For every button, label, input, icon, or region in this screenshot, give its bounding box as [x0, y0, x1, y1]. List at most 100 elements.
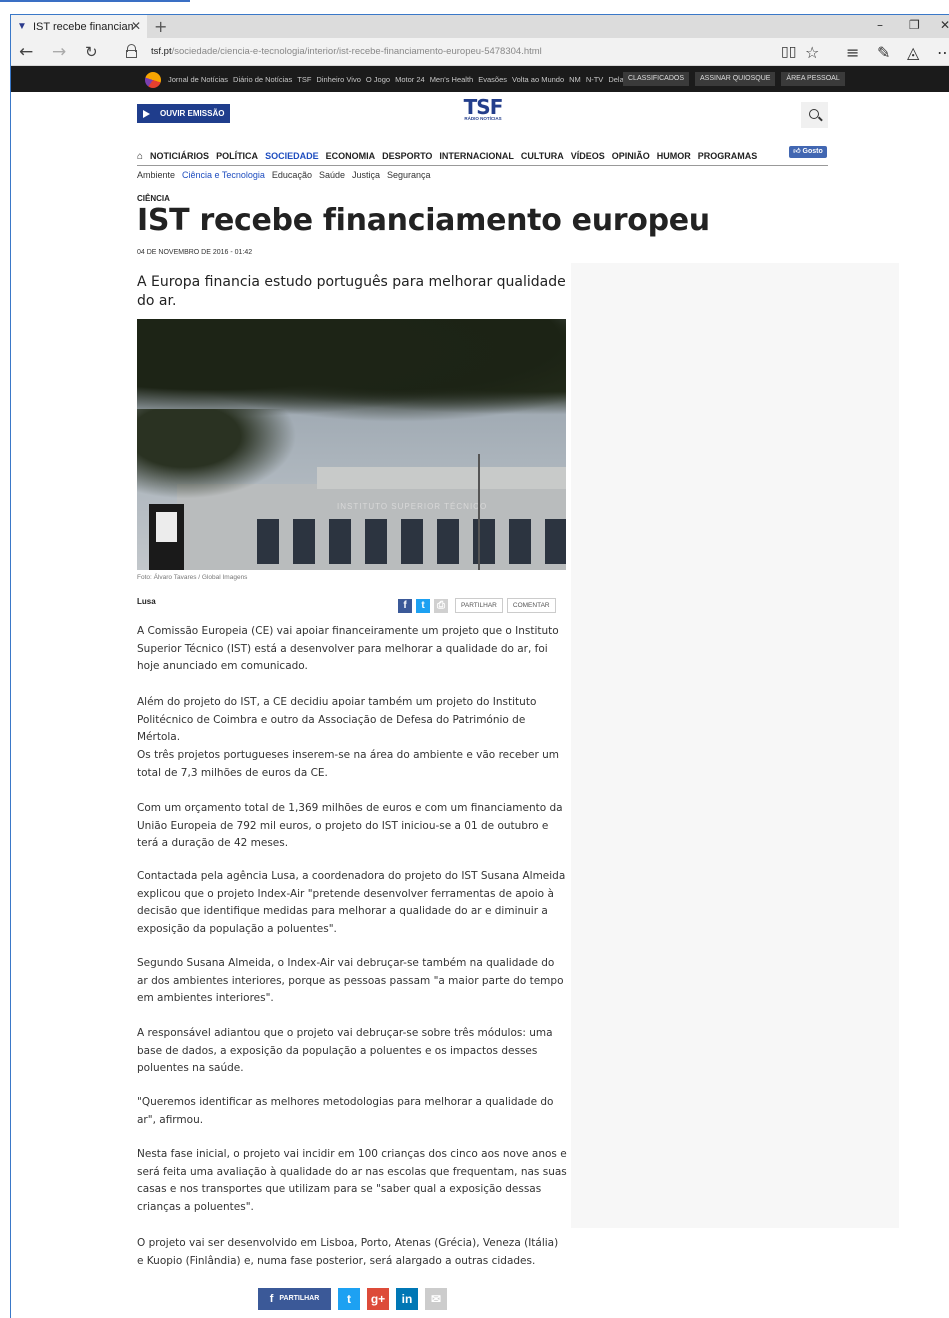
facebook-icon: f	[269, 1293, 274, 1305]
main-nav: ⌂ NOTICIÁRIOS POLÍTICA SOCIEDADE ECONOMI…	[137, 147, 828, 165]
back-arrow-icon[interactable]: ←	[19, 42, 33, 62]
network-link[interactable]: Jornal de Notícias	[168, 75, 228, 84]
close-window-button[interactable]: ✕	[940, 18, 949, 32]
home-icon[interactable]: ⌂	[137, 151, 143, 162]
network-link[interactable]: NM	[569, 75, 581, 84]
network-link[interactable]: Dinheiro Vivo	[316, 75, 360, 84]
ouvir-label: OUVIR EMISSÃO	[160, 109, 225, 118]
nav-divider	[137, 165, 828, 166]
maximize-button[interactable]: ❐	[909, 18, 920, 32]
bottom-share-bar: f PARTILHAR t g+ in ✉	[258, 1288, 447, 1310]
subnav-item-seguranca[interactable]: Segurança	[387, 170, 431, 180]
logo-subtitle: RÁDIO NOTÍCIAS	[464, 116, 502, 121]
favorite-star-icon[interactable]: ☆	[805, 43, 819, 62]
subnav-item-ciencia[interactable]: Ciência e Tecnologia	[182, 170, 265, 180]
subnav-item-ambiente[interactable]: Ambiente	[137, 170, 175, 180]
tab-title: IST recebe financiament	[33, 20, 133, 33]
article-paragraph: "Queremos identificar as melhores metodo…	[137, 1096, 554, 1126]
article-title: IST recebe financiamento europeu	[137, 203, 710, 238]
global-media-logo-icon[interactable]	[145, 72, 161, 88]
like-label: Gosto	[802, 148, 823, 155]
subnav-item-educacao[interactable]: Educação	[272, 170, 312, 180]
url-path: /sociedade/ciencia-e-tecnologia/interior…	[171, 46, 542, 57]
tsf-logo[interactable]: TSF RÁDIO NOTÍCIAS	[458, 95, 508, 128]
article-lead: A Europa financia estudo português para …	[137, 274, 566, 309]
nav-item-noticiarios[interactable]: NOTICIÁRIOS	[150, 151, 209, 161]
article-paragraph: Nesta fase inicial, o projeto vai incidi…	[137, 1148, 567, 1213]
url-field[interactable]: tsf.pt/sociedade/ciencia-e-tecnologia/in…	[151, 46, 542, 57]
network-link[interactable]: TSF	[297, 75, 311, 84]
article-kicker[interactable]: CIÊNCIA	[137, 194, 170, 203]
network-link[interactable]: Evasões	[478, 75, 507, 84]
article-paragraph: Os três projetos portugueses inserem-se …	[137, 749, 560, 779]
network-link[interactable]: O Jogo	[366, 75, 390, 84]
address-bar-row: ← → ↻ tsf.pt/sociedade/ciencia-e-tecnolo…	[11, 38, 949, 66]
nav-item-economia[interactable]: ECONOMIA	[326, 151, 376, 161]
browser-tab[interactable]: ▼ IST recebe financiament ✕	[11, 15, 147, 38]
tab-strip: ▼ IST recebe financiament ✕ + – ❐ ✕	[11, 15, 949, 38]
building-sign: INSTITUTO SUPERIOR TÉCNICO	[337, 502, 488, 511]
twitter-icon[interactable]: t	[416, 598, 430, 613]
nav-item-desporto[interactable]: DESPORTO	[382, 151, 432, 161]
print-icon[interactable]: ⎙	[434, 598, 448, 613]
subnav-item-saude[interactable]: Saúde	[319, 170, 345, 180]
nav-item-sociedade[interactable]: SOCIEDADE	[265, 151, 319, 161]
partilhar-button[interactable]: PARTILHAR	[455, 598, 503, 613]
share-icon[interactable]: ◬	[907, 43, 919, 62]
hub-icon[interactable]: ≡	[846, 43, 859, 62]
ouvir-emissao-button[interactable]: OUVIR EMISSÃO	[137, 104, 230, 123]
logo-letters: TSF	[463, 95, 504, 119]
facebook-icon[interactable]: f	[398, 598, 412, 613]
network-link[interactable]: Men's Health	[430, 75, 474, 84]
email-icon[interactable]: ✉	[425, 1288, 447, 1310]
article-paragraph: Contactada pela agência Lusa, a coordena…	[137, 870, 566, 935]
facebook-share-button[interactable]: f PARTILHAR	[258, 1288, 331, 1310]
facebook-like-button[interactable]: 👍︎ Gosto	[789, 146, 827, 158]
photo-caption: Foto: Álvaro Tavares / Global Imagens	[137, 574, 248, 581]
partilhar-label: PARTILHAR	[279, 1295, 320, 1302]
share-toolbar: f t ⎙ PARTILHAR COMENTAR	[398, 598, 556, 613]
nav-item-videos[interactable]: VÍDEOS	[571, 151, 605, 161]
nav-item-humor[interactable]: HUMOR	[657, 151, 691, 161]
nav-item-cultura[interactable]: CULTURA	[521, 151, 564, 161]
network-bar: Jornal de Notícias Diário de Notícias TS…	[11, 66, 949, 92]
sidebar-ad-area	[571, 263, 899, 1228]
network-buttons: CLASSIFICADOS ASSINAR QUIOSQUE ÁREA PESS…	[623, 72, 845, 86]
new-tab-button[interactable]: +	[154, 17, 167, 36]
google-plus-icon[interactable]: g+	[367, 1288, 389, 1310]
search-button[interactable]	[801, 102, 828, 128]
nav-item-programas[interactable]: PROGRAMAS	[698, 151, 758, 161]
forward-arrow-icon[interactable]: →	[52, 42, 66, 62]
area-pessoal-button[interactable]: ÁREA PESSOAL	[781, 72, 845, 86]
subnav-item-justica[interactable]: Justiça	[352, 170, 380, 180]
network-link[interactable]: Diário de Notícias	[233, 75, 292, 84]
comentar-button[interactable]: COMENTAR	[506, 598, 556, 613]
article-paragraph: Segundo Susana Almeida, o Index-Air vai …	[137, 957, 564, 1004]
more-icon[interactable]: ⋯	[937, 43, 949, 62]
minimize-button[interactable]: –	[877, 18, 883, 32]
article-paragraph: Além do projeto do IST, a CE decidiu apo…	[137, 696, 537, 743]
article-photo[interactable]: INSTITUTO SUPERIOR TÉCNICO	[137, 319, 566, 570]
play-icon	[143, 109, 150, 118]
top-accent-line	[0, 0, 190, 2]
window-border	[10, 14, 11, 1318]
network-link[interactable]: N-TV	[586, 75, 604, 84]
tsf-favicon-icon: ▼	[17, 21, 27, 32]
close-tab-icon[interactable]: ✕	[131, 19, 141, 33]
twitter-icon[interactable]: t	[338, 1288, 360, 1310]
sub-nav: Ambiente Ciência e Tecnologia Educação S…	[137, 170, 431, 180]
assinar-quiosque-button[interactable]: ASSINAR QUIOSQUE	[695, 72, 776, 86]
classificados-button[interactable]: CLASSIFICADOS	[623, 72, 690, 86]
web-note-icon[interactable]: ✎	[877, 43, 890, 62]
network-link[interactable]: Motor 24	[395, 75, 425, 84]
refresh-icon[interactable]: ↻	[85, 43, 98, 61]
network-link[interactable]: Volta ao Mundo	[512, 75, 564, 84]
nav-item-internacional[interactable]: INTERNACIONAL	[439, 151, 514, 161]
linkedin-icon[interactable]: in	[396, 1288, 418, 1310]
lock-icon	[126, 44, 137, 58]
nav-item-politica[interactable]: POLÍTICA	[216, 151, 258, 161]
article-paragraph: O projeto vai ser desenvolvido em Lisboa…	[137, 1237, 559, 1267]
article-paragraph: A Comissão Europeia (CE) vai apoiar fina…	[137, 625, 559, 672]
reading-view-icon[interactable]: ▯▯	[781, 44, 796, 60]
nav-item-opiniao[interactable]: OPINIÃO	[612, 151, 650, 161]
